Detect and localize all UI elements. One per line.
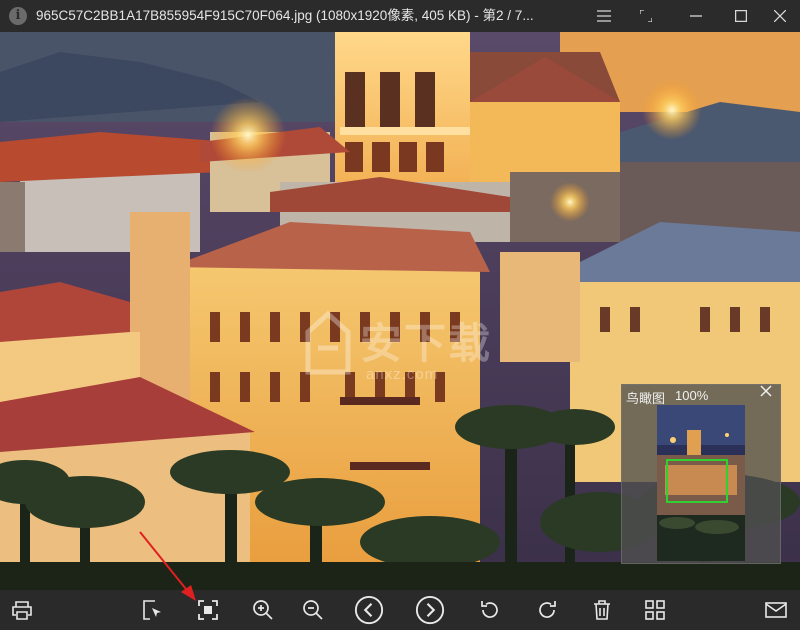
close-icon xyxy=(760,385,772,397)
cursor-select-icon xyxy=(143,600,161,620)
fit-screen-icon xyxy=(198,600,218,620)
bottom-toolbar xyxy=(0,590,800,630)
grid-view-button[interactable] xyxy=(638,593,672,627)
close-button[interactable] xyxy=(762,0,798,32)
viewport-indicator[interactable] xyxy=(666,459,728,503)
minimize-icon xyxy=(690,15,702,17)
select-region-button[interactable] xyxy=(136,593,170,627)
watermark-sub: anxz.com xyxy=(366,366,439,383)
zoom-out-icon xyxy=(303,600,323,620)
watermark: 安下载 anxz.com xyxy=(300,302,520,402)
info-icon[interactable]: i xyxy=(9,7,27,25)
hamburger-icon xyxy=(597,10,611,22)
rotate-left-icon xyxy=(481,601,498,618)
fullscreen-icon xyxy=(640,10,652,22)
print-icon xyxy=(12,601,32,620)
previous-button[interactable] xyxy=(352,593,386,627)
birdseye-zoom: 100% xyxy=(675,388,709,403)
rotate-right-icon xyxy=(539,601,556,618)
print-button[interactable] xyxy=(5,593,39,627)
email-button[interactable] xyxy=(759,593,793,627)
window-title: 965C57C2BB1A17B855954F915C70F064.jpg (10… xyxy=(36,8,534,23)
chevron-right-icon xyxy=(415,595,445,625)
birdseye-close-button[interactable] xyxy=(760,385,778,403)
delete-button[interactable] xyxy=(585,593,619,627)
title-bar: i 965C57C2BB1A17B855954F915C70F064.jpg (… xyxy=(0,0,800,32)
close-icon xyxy=(774,10,786,22)
chevron-left-icon xyxy=(354,595,384,625)
zoom-in-icon xyxy=(253,600,273,620)
fit-screen-button[interactable] xyxy=(191,593,225,627)
next-button[interactable] xyxy=(413,593,447,627)
minimize-button[interactable] xyxy=(678,0,714,32)
fullscreen-button[interactable] xyxy=(628,0,664,32)
menu-button[interactable] xyxy=(586,0,622,32)
maximize-icon xyxy=(735,10,747,22)
watermark-text: 安下载 xyxy=(360,319,493,368)
envelope-icon xyxy=(765,602,787,618)
watermark-logo xyxy=(305,310,351,375)
image-canvas[interactable]: 安下载 anxz.com 鸟瞰图 100% xyxy=(0,32,800,590)
zoom-in-button[interactable] xyxy=(246,593,280,627)
rotate-left-button[interactable] xyxy=(473,593,507,627)
birdseye-panel[interactable]: 鸟瞰图 100% xyxy=(621,384,781,564)
trash-icon xyxy=(594,600,610,620)
maximize-button[interactable] xyxy=(723,0,759,32)
zoom-out-button[interactable] xyxy=(296,593,330,627)
rotate-right-button[interactable] xyxy=(530,593,564,627)
grid-icon xyxy=(645,600,665,620)
